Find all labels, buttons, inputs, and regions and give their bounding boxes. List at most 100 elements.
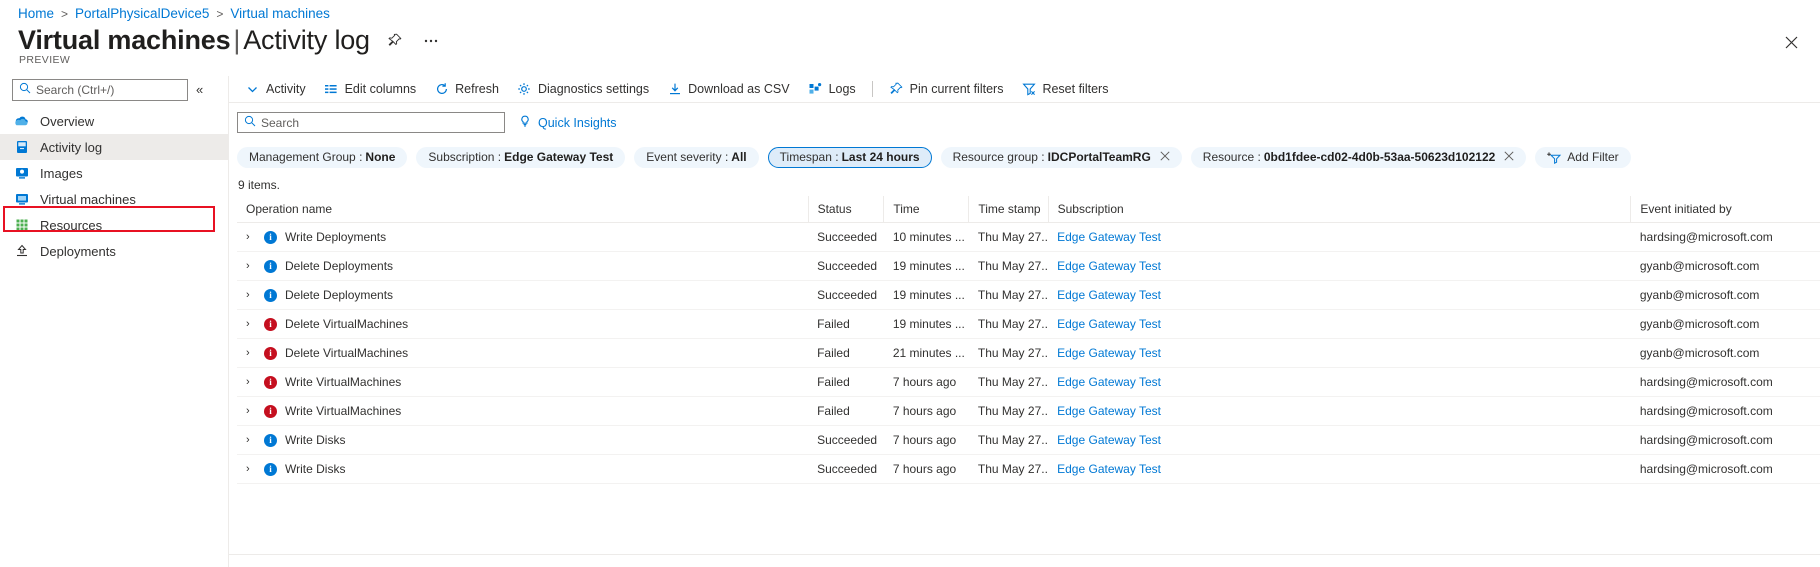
chevron-double-left-icon[interactable]: « <box>196 81 203 99</box>
remove-filter-icon[interactable] <box>1160 151 1170 163</box>
edit-columns-button[interactable]: Edit columns <box>315 76 426 103</box>
cell-time-stamp: Thu May 27... <box>968 425 1049 455</box>
breadcrumb-item-virtual-machines[interactable]: Virtual machines <box>230 6 330 21</box>
log-search-input[interactable] <box>261 115 491 130</box>
cell-status: Succeeded <box>808 280 884 310</box>
pin-current-filters-button[interactable]: Pin current filters <box>880 76 1013 103</box>
subscription-link[interactable]: Edge Gateway Test <box>1057 230 1161 244</box>
filter-pill-subscription[interactable]: Subscription : Edge Gateway Test <box>416 146 626 168</box>
table-row[interactable]: › i Write Disks Succeeded 7 hours ago Thu May… <box>237 425 1820 455</box>
diagnostics-settings-button[interactable]: Diagnostics settings <box>508 76 658 103</box>
severity-info-icon: i <box>264 288 277 302</box>
chevron-right-icon[interactable]: › <box>246 376 256 388</box>
time-stamp-label: Thu May 27... <box>977 404 1049 418</box>
time-stamp-label: Thu May 27... <box>977 230 1049 244</box>
page-title-row: Virtual machines | Activity log <box>18 25 442 56</box>
subscription-link[interactable]: Edge Gateway Test <box>1057 462 1161 476</box>
items-count: 9 items. <box>238 178 281 192</box>
subscription-link[interactable]: Edge Gateway Test <box>1057 404 1161 418</box>
subscription-link[interactable]: Edge Gateway Test <box>1057 259 1161 273</box>
table-row[interactable]: › i Write VirtualMachines Failed 7 hours ago… <box>237 367 1820 397</box>
chevron-right-icon[interactable]: › <box>246 405 256 417</box>
breadcrumb-item-device[interactable]: PortalPhysicalDevice5 <box>75 6 209 21</box>
add-filter-button[interactable]: Add Filter <box>1535 146 1631 168</box>
table-row[interactable]: › i Delete Deployments Succeeded 19 minutes … <box>237 280 1820 310</box>
cell-time-stamp: Thu May 27... <box>968 367 1049 397</box>
subscription-link[interactable]: Edge Gateway Test <box>1057 346 1161 360</box>
logs-button[interactable]: Logs <box>799 76 865 103</box>
column-header-status[interactable]: Status <box>807 196 884 223</box>
table-row[interactable]: › i Write VirtualMachines Failed 7 hours ago… <box>237 396 1820 426</box>
pill-value: 0bd1fdee-cd02-4d0b-53aa-50623d102122 <box>1263 150 1496 164</box>
chevron-right-icon[interactable]: › <box>246 231 256 243</box>
log-search-box[interactable] <box>237 112 505 133</box>
severity-error-icon: i <box>264 346 277 360</box>
time-label: 21 minutes ... <box>892 346 965 360</box>
sidebar-item-images[interactable]: Images <box>0 160 228 186</box>
sidebar-item-activity-log[interactable]: Activity log <box>0 134 228 160</box>
time-label: 19 minutes ... <box>892 288 965 302</box>
sidebar-item-resources[interactable]: Resources <box>0 212 228 238</box>
chevron-right-icon[interactable]: › <box>246 347 256 359</box>
activity-button[interactable]: Activity <box>236 76 315 103</box>
refresh-button[interactable]: Refresh <box>425 76 508 103</box>
event-initiated-by-label: gyanb@microsoft.com <box>1639 259 1760 273</box>
refresh-icon <box>434 82 449 97</box>
cell-time: 19 minutes ... <box>883 309 969 339</box>
sidebar-item-deployments[interactable]: Deployments <box>0 238 228 264</box>
filter-pill-management-group[interactable]: Management Group : None <box>237 146 408 168</box>
filter-pill-resource-group[interactable]: Resource group : IDCPortalTeamRG <box>940 146 1182 168</box>
column-header-time[interactable]: Time <box>883 196 969 223</box>
sidebar-search-box[interactable] <box>12 79 188 101</box>
filter-pill-event-severity[interactable]: Event severity : All <box>634 146 759 168</box>
sidebar-item-label: Activity log <box>40 139 103 155</box>
filter-pill-resource[interactable]: Resource : 0bd1fdee-cd02-4d0b-53aa-50623… <box>1190 146 1527 168</box>
download-csv-button[interactable]: Download as CSV <box>658 76 798 103</box>
event-initiated-by-label: hardsing@microsoft.com <box>1639 462 1773 476</box>
table-row[interactable]: › i Write Deployments Succeeded 10 minutes .… <box>237 222 1820 252</box>
status-label: Succeeded <box>817 433 878 447</box>
column-header-subscription[interactable]: Subscription <box>1047 196 1631 223</box>
column-header-time-stamp[interactable]: Time stamp <box>968 196 1049 223</box>
sidebar: « Overview Activity log Images <box>0 76 228 567</box>
chevron-right-icon[interactable]: › <box>246 434 256 446</box>
sidebar-item-overview[interactable]: Overview <box>0 108 228 134</box>
event-initiated-by-label: gyanb@microsoft.com <box>1639 346 1760 360</box>
command-label: Reset filters <box>1042 82 1109 96</box>
cell-time: 7 hours ago <box>883 396 969 426</box>
time-stamp-label: Thu May 27... <box>977 462 1049 476</box>
subscription-link[interactable]: Edge Gateway Test <box>1057 317 1161 331</box>
chevron-right-icon[interactable]: › <box>246 463 256 475</box>
chevron-right-icon[interactable]: › <box>246 289 256 301</box>
time-label: 10 minutes ... <box>892 230 965 244</box>
subscription-link[interactable]: Edge Gateway Test <box>1057 433 1161 447</box>
pin-icon[interactable] <box>384 30 406 52</box>
quick-insights-button[interactable]: Quick Insights <box>518 114 617 131</box>
status-label: Failed <box>817 317 850 331</box>
subscription-link[interactable]: Edge Gateway Test <box>1057 288 1161 302</box>
subscription-link[interactable]: Edge Gateway Test <box>1057 375 1161 389</box>
close-icon[interactable] <box>1780 31 1802 53</box>
column-header-event-initiated-by[interactable]: Event initiated by <box>1630 196 1820 223</box>
column-header-operation-name[interactable]: Operation name <box>237 196 809 223</box>
remove-filter-icon[interactable] <box>1504 151 1514 163</box>
table-row[interactable]: › i Delete VirtualMachines Failed 21 minutes… <box>237 338 1820 368</box>
command-label: Activity <box>266 82 306 96</box>
chevron-right-icon[interactable]: › <box>246 318 256 330</box>
download-icon <box>667 82 682 97</box>
breadcrumb-item-home[interactable]: Home <box>18 6 54 21</box>
chevron-right-icon[interactable]: › <box>246 260 256 272</box>
filter-pill-timespan[interactable]: Timespan : Last 24 hours <box>767 146 932 168</box>
table-row[interactable]: › i Delete Deployments Succeeded 19 minutes … <box>237 251 1820 281</box>
ellipsis-icon[interactable] <box>420 30 442 52</box>
table-row[interactable]: › i Write Disks Succeeded 7 hours ago Thu May… <box>237 454 1820 484</box>
time-stamp-label: Thu May 27... <box>977 288 1049 302</box>
command-label: Diagnostics settings <box>537 82 650 96</box>
search-input[interactable] <box>36 83 176 97</box>
reset-filters-button[interactable]: Reset filters <box>1012 76 1117 103</box>
gear-icon <box>517 82 532 97</box>
sidebar-item-virtual-machines[interactable]: Virtual machines <box>0 186 228 212</box>
cell-time: 7 hours ago <box>883 454 969 484</box>
table-row[interactable]: › i Delete VirtualMachines Failed 19 minutes… <box>237 309 1820 339</box>
add-filter-label: Add Filter <box>1567 150 1619 164</box>
